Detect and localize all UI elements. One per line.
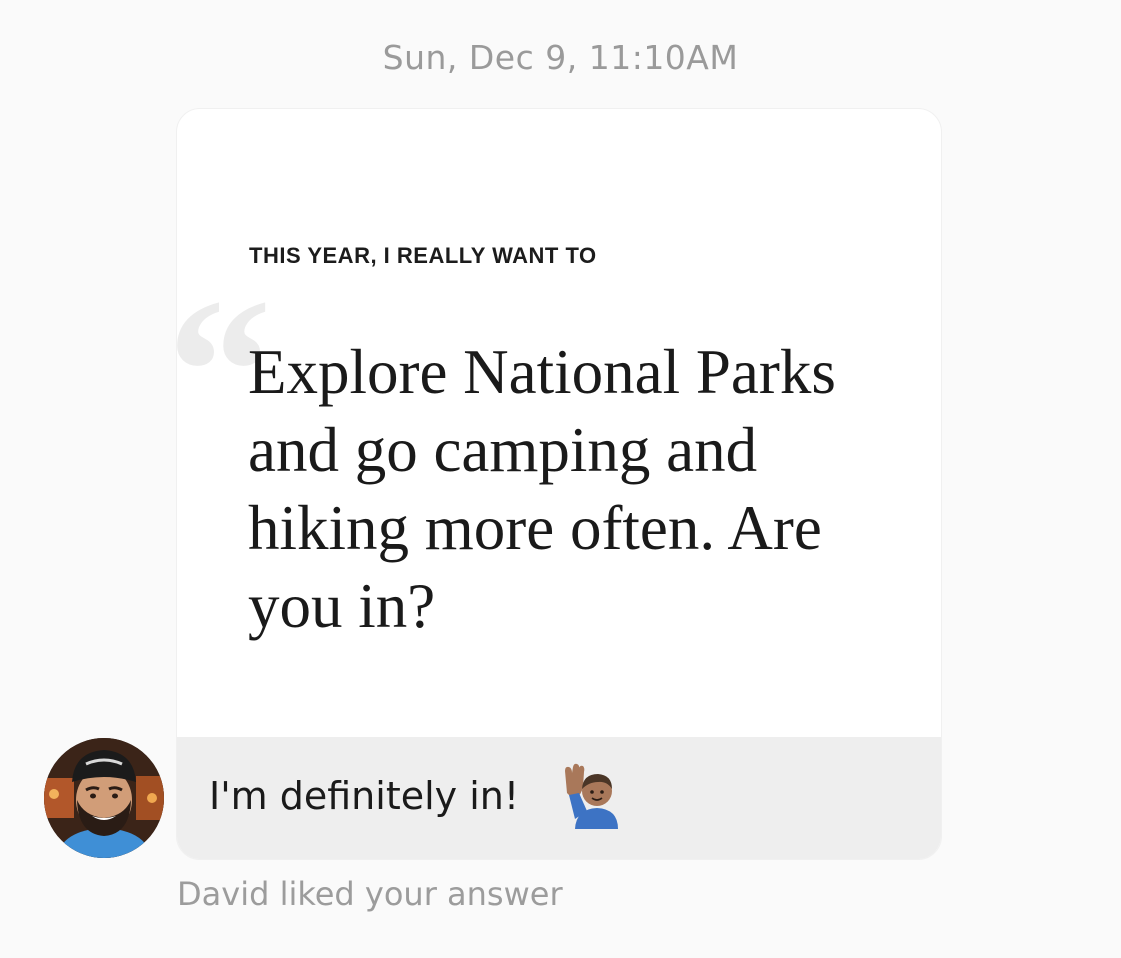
liked-status: David liked your answer	[177, 875, 563, 913]
reply-text: I'm definitely in!	[209, 774, 520, 818]
chat-screen: Sun, Dec 9, 11:10AM “ THIS YEAR, I REALL…	[0, 0, 1121, 958]
prompt-card[interactable]: “ THIS YEAR, I REALLY WANT TO Explore Na…	[176, 108, 942, 860]
reply-bubble[interactable]: I'm definitely in!	[177, 737, 941, 859]
avatar[interactable]	[44, 738, 164, 858]
prompt-label: THIS YEAR, I REALLY WANT TO	[249, 243, 597, 268]
person-raising-hand-icon	[565, 763, 618, 829]
profile-photo-icon	[44, 738, 164, 858]
prompt-answer: Explore National Parks and go camping an…	[248, 337, 836, 641]
message-timestamp: Sun, Dec 9, 11:10AM	[382, 38, 739, 77]
